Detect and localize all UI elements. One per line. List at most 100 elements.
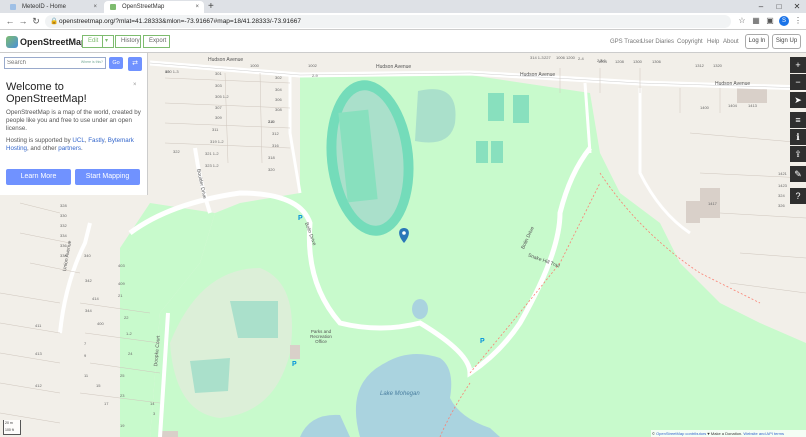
parking-icon: P (292, 361, 297, 368)
house-number: 22 (124, 315, 129, 320)
query-features-icon[interactable]: ? (790, 188, 806, 204)
browser-menu-icon[interactable]: ⋮ (793, 16, 803, 26)
tab-close-icon[interactable]: × (93, 1, 97, 13)
back-arrow-icon[interactable]: ← (4, 15, 16, 28)
house-number: 227 (544, 55, 551, 60)
welcome-panel: Welcome to OpenStreetMap! OpenStreetMap … (6, 81, 144, 153)
house-number: 314 1-3 (530, 55, 544, 60)
tab-close-icon[interactable]: × (195, 1, 199, 13)
house-number: 2-4 (578, 56, 584, 61)
house-number: 14 (150, 401, 155, 406)
scale-imperial: 100 ft (5, 428, 14, 432)
road-local (638, 88, 691, 235)
house-number: 334 (60, 233, 67, 238)
pitch-area (415, 89, 456, 143)
house-number: 7 (84, 341, 87, 346)
star-icon[interactable]: ☆ (737, 16, 747, 26)
house-number: 302 (275, 75, 282, 80)
url-text: openstreetmap.org/?mlat=41.28333&mlon=-7… (59, 18, 301, 25)
extension-icon[interactable]: ▦ (751, 16, 761, 26)
house-number: 1306 (652, 59, 661, 64)
tennis-court (513, 95, 529, 123)
attribution: © OpenStreetMap contributors ♥ Make a Do… (651, 430, 806, 437)
learn-more-button[interactable]: Learn More (6, 169, 71, 185)
legend-icon[interactable]: ℹ (790, 129, 806, 145)
house-number: 1320 (713, 63, 722, 68)
pond (412, 299, 428, 319)
search-go-button[interactable]: Go (109, 57, 123, 69)
nav-link-help[interactable]: Help (707, 38, 719, 46)
nav-link-gps-traces[interactable]: GPS Traces (610, 38, 642, 46)
brand-title[interactable]: OpenStreetMap (20, 36, 87, 48)
browser-tab-meteoid[interactable]: MeteoID - Home × (4, 1, 102, 13)
welcome-title: Welcome to OpenStreetMap! (6, 81, 87, 105)
house-number: 1006 (556, 55, 565, 60)
poi-label-parks-office: Parks and Recreation Office (310, 329, 332, 344)
browser-tab-openstreetmap[interactable]: OpenStreetMap × (104, 1, 204, 13)
house-number: 21 (118, 293, 123, 298)
tennis-court (491, 141, 503, 163)
house-number: 326 (778, 203, 785, 208)
house-number: 336 (60, 243, 67, 248)
profile-avatar[interactable]: S (779, 16, 789, 26)
nav-link-user-diaries[interactable]: User Diaries (641, 38, 674, 46)
export-button[interactable]: Export (143, 35, 170, 48)
zoom-in-button[interactable]: + (790, 57, 806, 73)
partners-link[interactable]: partners (58, 145, 81, 152)
edit-dropdown-button[interactable]: ▾ (102, 35, 114, 48)
hosting-text: Hosting is supported by UCL, Fastly, Byt… (6, 137, 134, 152)
nav-link-copyright[interactable]: Copyright (677, 38, 703, 46)
house-number: 1312 (695, 63, 704, 68)
house-number: 17 (104, 401, 109, 406)
house-number: 344 (85, 308, 92, 313)
address-bar[interactable]: 🔒 openstreetmap.org/?mlat=41.28333&mlon=… (45, 15, 731, 28)
house-number: 13 (165, 69, 170, 74)
house-number: 321 1-2 (205, 151, 219, 156)
start-mapping-button[interactable]: Start Mapping (75, 169, 140, 185)
house-number: 19 (120, 423, 125, 428)
reload-icon[interactable]: ↻ (30, 15, 42, 28)
forward-arrow-icon[interactable]: → (17, 15, 29, 28)
window-close-button[interactable]: ✕ (788, 0, 806, 13)
directions-icon[interactable]: ⇄ (128, 57, 142, 71)
house-number: 1300 (633, 59, 642, 64)
building (160, 431, 178, 437)
tennis-court (476, 141, 488, 163)
browser-toolbar: ← → ↻ 🔒 openstreetmap.org/?mlat=41.28333… (0, 13, 806, 30)
nav-link-about[interactable]: About (723, 38, 739, 46)
history-button[interactable]: History (115, 35, 141, 48)
parking-icon: P (298, 215, 303, 222)
house-number: 1200 (566, 55, 575, 60)
ucl-link[interactable]: UCL (72, 137, 84, 144)
zoom-out-button[interactable]: − (790, 74, 806, 90)
house-number: 305 1-2 (215, 94, 229, 99)
add-note-icon[interactable]: ✎ (790, 166, 806, 182)
house-number: 1413 (748, 103, 757, 108)
house-number: 414 (92, 296, 99, 301)
login-button[interactable]: Log In (745, 34, 769, 49)
edit-button[interactable]: Edit (82, 35, 103, 48)
where-is-this-link[interactable]: Where is this? (81, 60, 103, 64)
minimize-button[interactable]: – (752, 0, 770, 13)
locate-icon[interactable]: ➤ (790, 92, 806, 108)
fastly-link[interactable]: Fastly (88, 137, 104, 144)
house-number: 306 (275, 97, 282, 102)
osm-contributors-link[interactable]: OpenStreetMap contributors (656, 431, 706, 436)
building (290, 345, 300, 359)
house-number: 316 (272, 143, 279, 148)
signup-button[interactable]: Sign Up (772, 34, 801, 49)
street-label: Hudson Avenue (520, 72, 556, 78)
share-icon[interactable]: ⇪ (790, 146, 806, 162)
maximize-button[interactable]: □ (770, 0, 788, 13)
extension-icon[interactable]: ▣ (765, 16, 775, 26)
house-number: 1404 (728, 103, 737, 108)
new-tab-button[interactable]: + (208, 1, 214, 12)
layers-icon[interactable]: ≡ (790, 112, 806, 128)
osm-logo-icon[interactable] (6, 36, 18, 48)
lake-label: Lake Mohegan (380, 391, 420, 397)
house-number: 304 (275, 87, 282, 92)
house-number: 1400 (700, 105, 709, 110)
search-input[interactable] (5, 58, 81, 68)
api-terms-link[interactable]: Website and API terms (743, 431, 784, 436)
house-number: 322 (173, 149, 180, 154)
